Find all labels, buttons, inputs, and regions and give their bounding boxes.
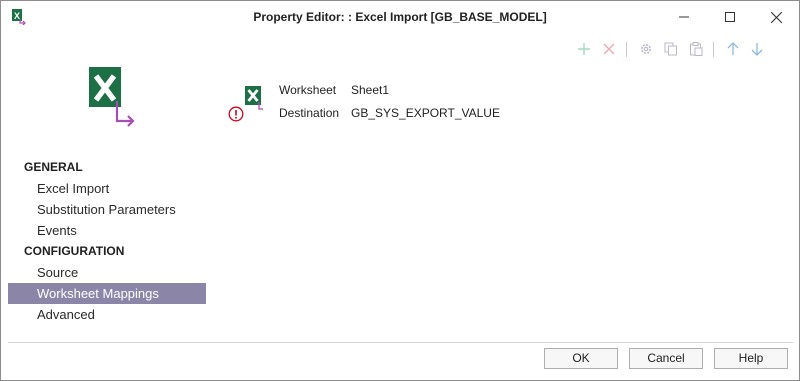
paste-icon[interactable] (687, 40, 705, 58)
maximize-icon (725, 12, 735, 22)
excel-import-logo-icon (87, 65, 139, 127)
worksheet-label: Worksheet (279, 83, 337, 97)
move-up-icon[interactable] (724, 40, 742, 58)
maximize-button[interactable] (707, 1, 753, 33)
excel-sheet-icon (244, 85, 264, 111)
ok-button[interactable]: OK (544, 348, 618, 369)
settings-icon[interactable] (637, 40, 655, 58)
minimize-icon (679, 12, 689, 22)
minimize-button[interactable] (661, 1, 707, 33)
toolbar (571, 40, 771, 58)
worksheet-value: Sheet1 (351, 83, 390, 97)
nav-item-advanced[interactable]: Advanced (8, 304, 206, 325)
move-down-icon[interactable] (748, 40, 766, 58)
nav-item-excel-import[interactable]: Excel Import (8, 178, 206, 199)
destination-label: Destination (279, 106, 340, 120)
delete-icon[interactable] (600, 40, 618, 58)
nav-item-substitution-parameters[interactable]: Substitution Parameters (8, 199, 206, 220)
error-circle-icon (228, 106, 244, 122)
property-editor-window: X Property Editor: : Excel Import [GB_BA… (0, 0, 800, 381)
cancel-button[interactable]: Cancel (629, 348, 703, 369)
nav-item-source[interactable]: Source (8, 262, 206, 283)
section-nav: GENERAL Excel Import Substitution Parame… (8, 157, 206, 325)
help-button[interactable]: Help (714, 348, 788, 369)
close-button[interactable] (753, 1, 799, 33)
nav-header-general: GENERAL (24, 160, 83, 174)
nav-header-configuration: CONFIGURATION (24, 244, 125, 258)
footer-divider (8, 342, 793, 343)
nav-item-worksheet-mappings[interactable]: Worksheet Mappings (8, 283, 206, 304)
nav-item-events[interactable]: Events (8, 220, 206, 241)
title-bar[interactable]: X Property Editor: : Excel Import [GB_BA… (1, 1, 799, 33)
close-icon (770, 11, 782, 23)
add-icon[interactable] (575, 40, 593, 58)
mapping-summary: Worksheet Sheet1 Destination GB_SYS_EXPO… (226, 79, 626, 129)
destination-value: GB_SYS_EXPORT_VALUE (351, 106, 500, 120)
copy-icon[interactable] (662, 40, 680, 58)
